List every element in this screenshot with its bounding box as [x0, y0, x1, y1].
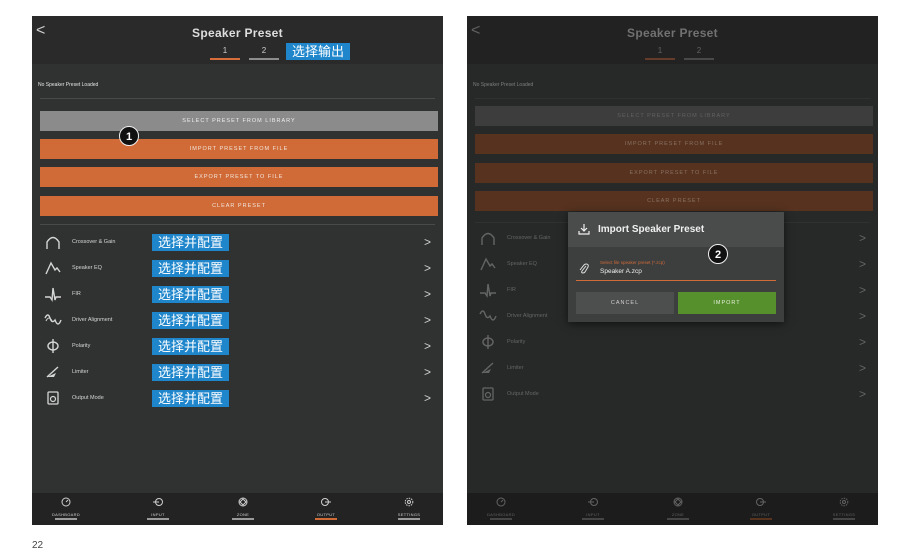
nav-input[interactable]: INPUT	[128, 497, 188, 520]
nav-dashboard[interactable]: DASHBOARD	[36, 497, 96, 520]
status-text: No Speaker Preset Loaded	[38, 82, 99, 88]
nav-zone[interactable]: ZONE	[213, 497, 273, 520]
speaker-preset-screen-right: < Speaker Preset 1 2 No Speaker Preset L…	[467, 16, 878, 525]
select-configure-annotation: 选择并配置	[152, 260, 230, 277]
chevron-right-icon: >	[423, 365, 431, 379]
eq-curve-icon	[45, 261, 61, 275]
nav-label: OUTPUT	[316, 512, 336, 517]
import-button[interactable]: IMPORT	[678, 292, 776, 314]
menu-item-speaker-eq[interactable]: Speaker EQ 选择并配置 >	[32, 256, 443, 282]
output-icon	[321, 498, 331, 506]
nav-label: SETTINGS	[397, 512, 421, 517]
limiter-icon	[46, 366, 59, 378]
divider	[40, 98, 435, 99]
paperclip-icon[interactable]	[579, 263, 589, 275]
nav-label: DASHBOARD	[51, 512, 81, 517]
fir-impulse-icon	[45, 287, 61, 303]
chevron-right-icon: >	[423, 339, 431, 353]
field-underline	[576, 280, 776, 281]
zone-icon	[238, 497, 248, 507]
nav-label: INPUT	[151, 512, 165, 517]
menu-item-limiter[interactable]: Limiter 选择并配置 >	[32, 360, 443, 386]
tab-2[interactable]: 2	[249, 46, 279, 60]
step-badge-1: 1	[119, 126, 139, 146]
select-output-annotation: 选择输出	[286, 43, 351, 60]
menu-item-label: Driver Alignment	[72, 317, 113, 323]
select-configure-annotation: 选择并配置	[152, 338, 230, 355]
import-preset-dialog: Import Speaker Preset Select file speake…	[568, 212, 784, 322]
header-bar: < Speaker Preset 1 2 选择输出	[32, 16, 443, 64]
select-configure-annotation: 选择并配置	[152, 234, 230, 251]
chevron-right-icon: >	[423, 313, 431, 327]
export-preset-button[interactable]: EXPORT PRESET TO FILE	[40, 167, 438, 187]
file-name-field[interactable]: Speaker A.zcp	[600, 268, 642, 275]
nav-label: ZONE	[236, 512, 250, 517]
menu-item-output-mode[interactable]: Output Mode 选择并配置 >	[32, 386, 443, 412]
menu-item-label: Polarity	[72, 343, 91, 349]
dashboard-gauge-icon	[61, 497, 71, 507]
dialog-header: Import Speaker Preset	[568, 212, 784, 247]
tab-1[interactable]: 1	[210, 46, 240, 60]
divider	[40, 224, 435, 225]
speaker-box-icon	[47, 391, 59, 405]
import-preset-button[interactable]: IMPORT PRESET FROM FILE	[40, 139, 438, 159]
input-icon	[153, 498, 163, 506]
nav-settings[interactable]: SETTINGS	[379, 497, 439, 520]
phi-polarity-icon	[47, 339, 59, 353]
select-preset-button[interactable]: SELECT PRESET FROM LIBRARY	[40, 111, 438, 131]
select-configure-annotation: 选择并配置	[152, 390, 230, 407]
dialog-title: Import Speaker Preset	[598, 224, 705, 235]
chevron-right-icon: >	[423, 391, 431, 405]
driver-alignment-wave-icon	[44, 314, 62, 325]
file-field-hint: Select file speaker preset (*.zcp)	[600, 260, 665, 265]
menu-item-fir[interactable]: FIR 选择并配置 >	[32, 282, 443, 308]
gear-icon	[404, 497, 414, 507]
step-badge-2: 2	[708, 244, 728, 264]
menu-item-label: Limiter	[72, 369, 89, 375]
crossover-icon	[46, 236, 60, 249]
bottom-nav: DASHBOARD INPUT ZONE OUTPUT SETTINGS	[32, 493, 443, 525]
select-configure-annotation: 选择并配置	[152, 312, 230, 329]
cancel-button[interactable]: CANCEL	[576, 292, 674, 314]
menu-item-label: Crossover & Gain	[72, 239, 116, 245]
chevron-right-icon: >	[423, 235, 431, 249]
select-configure-annotation: 选择并配置	[152, 364, 230, 381]
menu-item-crossover-gain[interactable]: Crossover & Gain 选择并配置 >	[32, 230, 443, 256]
select-configure-annotation: 选择并配置	[152, 286, 230, 303]
chevron-right-icon: >	[423, 261, 431, 275]
download-icon	[578, 224, 590, 235]
speaker-preset-screen-left: < Speaker Preset 1 2 选择输出 No Speaker Pre…	[32, 16, 443, 525]
menu-item-label: Output Mode	[72, 395, 104, 401]
page-title: Speaker Preset	[192, 26, 283, 40]
menu-item-polarity[interactable]: Polarity 选择并配置 >	[32, 334, 443, 360]
menu-item-driver-alignment[interactable]: Driver Alignment 选择并配置 >	[32, 308, 443, 334]
page-number: 22	[32, 540, 44, 551]
nav-output[interactable]: OUTPUT	[296, 497, 356, 520]
chevron-right-icon: >	[423, 287, 431, 301]
menu-item-label: Speaker EQ	[72, 265, 102, 271]
clear-preset-button[interactable]: CLEAR PRESET	[40, 196, 438, 216]
menu-item-label: FIR	[72, 291, 81, 297]
